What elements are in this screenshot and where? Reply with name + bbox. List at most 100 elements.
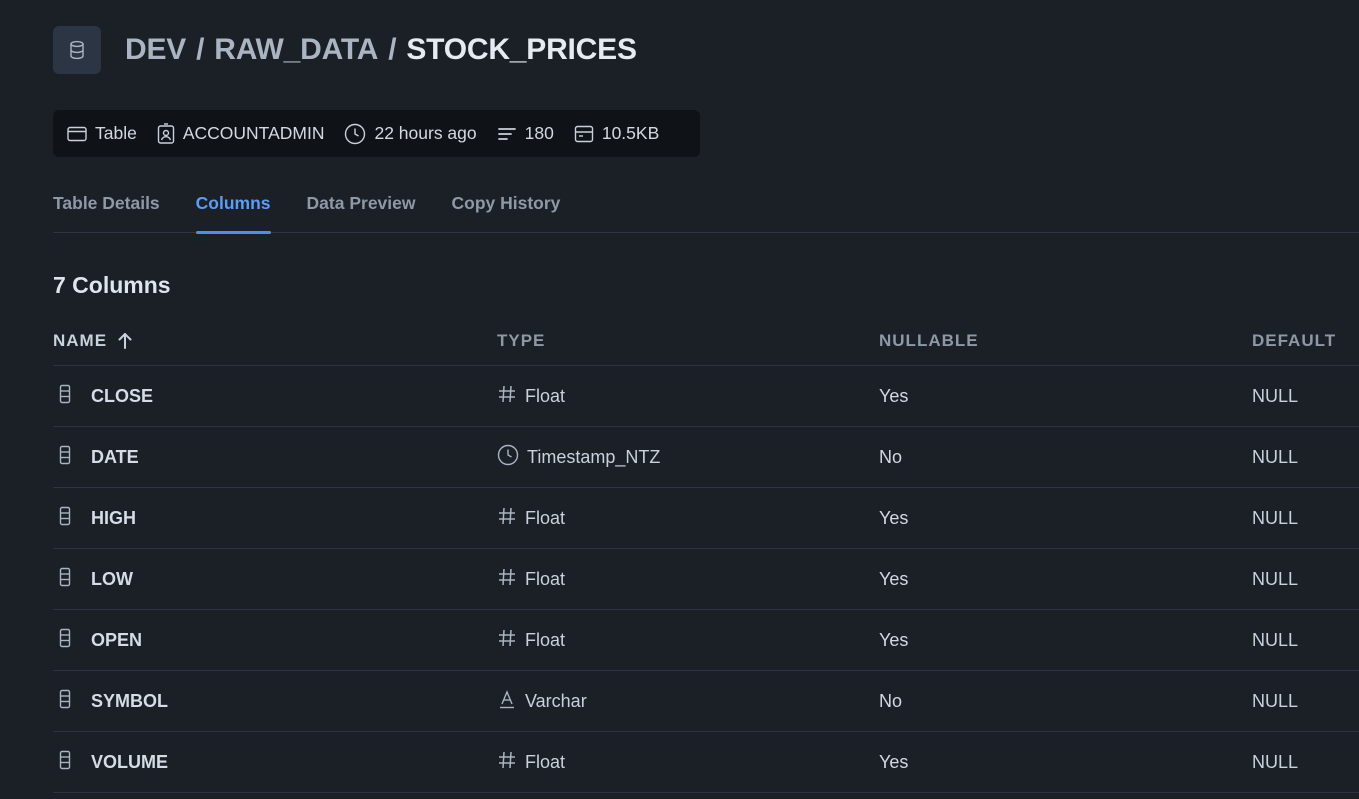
table-row[interactable]: DATE Timestamp_NTZ No NULL — [53, 427, 1359, 488]
hash-icon — [497, 384, 517, 409]
column-icon — [59, 689, 71, 714]
breadcrumb-database[interactable]: DEV — [125, 33, 186, 67]
column-name: LOW — [91, 568, 133, 589]
cell-type: Float — [497, 506, 879, 531]
header-default[interactable]: DEFAULT — [1252, 331, 1359, 351]
page-title: STOCK_PRICES — [406, 33, 637, 66]
cell-type: Float — [497, 384, 879, 409]
meta-rows: 180 — [497, 123, 554, 144]
cell-name: OPEN — [53, 628, 497, 653]
clock-icon — [497, 444, 519, 471]
column-default: NULL — [1252, 690, 1299, 711]
cell-type: Float — [497, 750, 879, 775]
column-type: Float — [525, 751, 566, 772]
column-nullable: Yes — [879, 507, 909, 528]
header-nullable[interactable]: NULLABLE — [879, 331, 1252, 351]
table-row[interactable]: CLOSE Float Yes NULL — [53, 366, 1359, 427]
column-type: Float — [525, 568, 566, 589]
table-row[interactable]: VOLUME Float Yes NULL — [53, 732, 1359, 793]
column-type: Float — [525, 629, 566, 650]
column-type: Float — [525, 385, 566, 406]
column-nullable: No — [879, 690, 903, 711]
meta-size-label: 10.5KB — [601, 123, 660, 143]
tab-columns[interactable]: Columns — [195, 186, 271, 234]
tab-table-details[interactable]: Table Details — [53, 186, 160, 233]
breadcrumb-schema[interactable]: RAW_DATA — [214, 33, 378, 67]
cell-name: LOW — [53, 567, 497, 592]
cell-type: Float — [497, 567, 879, 592]
column-name: SYMBOL — [91, 690, 169, 711]
tab-data-preview[interactable]: Data Preview — [307, 186, 416, 233]
columns-table: NAME TYPE NULLABLE DEFAULT CLOSE Float Yes… — [53, 316, 1359, 793]
column-default: NULL — [1252, 629, 1299, 650]
hash-icon — [497, 750, 517, 775]
column-type: Varchar — [525, 690, 587, 711]
tab-bar: Table Details Columns Data Preview Copy … — [53, 186, 1359, 234]
database-icon — [53, 26, 101, 74]
clock-icon — [345, 123, 366, 144]
column-icon — [59, 567, 71, 592]
cell-name: VOLUME — [53, 750, 497, 775]
meta-updated: 22 hours ago — [344, 123, 477, 145]
hash-icon — [497, 628, 517, 653]
column-default: NULL — [1252, 507, 1299, 528]
meta-kind: Table — [67, 123, 137, 144]
column-icon — [59, 750, 71, 775]
table-header: NAME TYPE NULLABLE DEFAULT — [53, 316, 1359, 366]
cell-type: Timestamp_NTZ — [497, 444, 879, 471]
column-nullable: Yes — [879, 385, 909, 406]
hash-icon — [497, 506, 517, 531]
rows-icon — [497, 127, 516, 140]
column-name: CLOSE — [91, 385, 154, 406]
breadcrumb: DEV / RAW_DATA / STOCK_PRICES — [125, 33, 637, 67]
column-nullable: Yes — [879, 629, 909, 650]
table-body: CLOSE Float Yes NULL DATE Timestamp_NTZ No NULL… — [53, 366, 1359, 793]
column-name: VOLUME — [91, 751, 169, 772]
tab-copy-history[interactable]: Copy History — [452, 186, 561, 233]
meta-kind-label: Table — [95, 123, 137, 143]
column-default: NULL — [1252, 446, 1299, 467]
meta-owner-label: ACCOUNTADMIN — [182, 123, 325, 143]
column-icon — [59, 628, 71, 653]
column-nullable: Yes — [879, 568, 909, 589]
meta-owner: ACCOUNTADMIN — [157, 122, 325, 145]
column-name: OPEN — [91, 629, 143, 650]
header-name[interactable]: NAME — [53, 331, 497, 351]
cell-name: DATE — [53, 445, 497, 470]
cell-type: Varchar — [497, 689, 879, 714]
table-row[interactable]: OPEN Float Yes NULL — [53, 610, 1359, 671]
page-header: DEV / RAW_DATA / STOCK_PRICES — [53, 26, 637, 74]
breadcrumb-separator: / — [196, 33, 205, 66]
columns-count: 7 Columns — [53, 272, 171, 298]
column-nullable: Yes — [879, 751, 909, 772]
arrow-up-icon[interactable] — [117, 332, 133, 350]
column-default: NULL — [1252, 751, 1299, 772]
column-icon — [59, 506, 71, 531]
table-detail-page: DEV / RAW_DATA / STOCK_PRICES Table ACCO… — [0, 0, 1359, 799]
cell-name: HIGH — [53, 506, 497, 531]
cell-name: CLOSE — [53, 384, 497, 409]
meta-size: 10.5KB — [574, 123, 659, 144]
user-badge-icon — [157, 122, 175, 144]
header-name-label: NAME — [53, 330, 108, 350]
table-row[interactable]: HIGH Float Yes NULL — [53, 488, 1359, 549]
meta-rows-label: 180 — [524, 123, 554, 143]
table-icon — [67, 126, 87, 141]
column-name: HIGH — [91, 507, 136, 528]
text-icon — [497, 689, 517, 714]
table-row[interactable]: SYMBOL Varchar No NULL — [53, 671, 1359, 732]
table-row[interactable]: LOW Float Yes NULL — [53, 549, 1359, 610]
column-default: NULL — [1252, 568, 1299, 589]
column-name: DATE — [91, 446, 139, 467]
meta-updated-label: 22 hours ago — [374, 123, 477, 143]
table-meta-bar: Table ACCOUNTADMIN 22 hours ago 180 10.5… — [53, 110, 700, 157]
column-icon — [59, 445, 71, 470]
column-default: NULL — [1252, 385, 1299, 406]
column-icon — [59, 384, 71, 409]
column-type: Timestamp_NTZ — [527, 446, 661, 467]
cell-name: SYMBOL — [53, 689, 497, 714]
cell-type: Float — [497, 628, 879, 653]
storage-icon — [574, 125, 594, 142]
header-type[interactable]: TYPE — [497, 331, 879, 351]
hash-icon — [497, 567, 517, 592]
